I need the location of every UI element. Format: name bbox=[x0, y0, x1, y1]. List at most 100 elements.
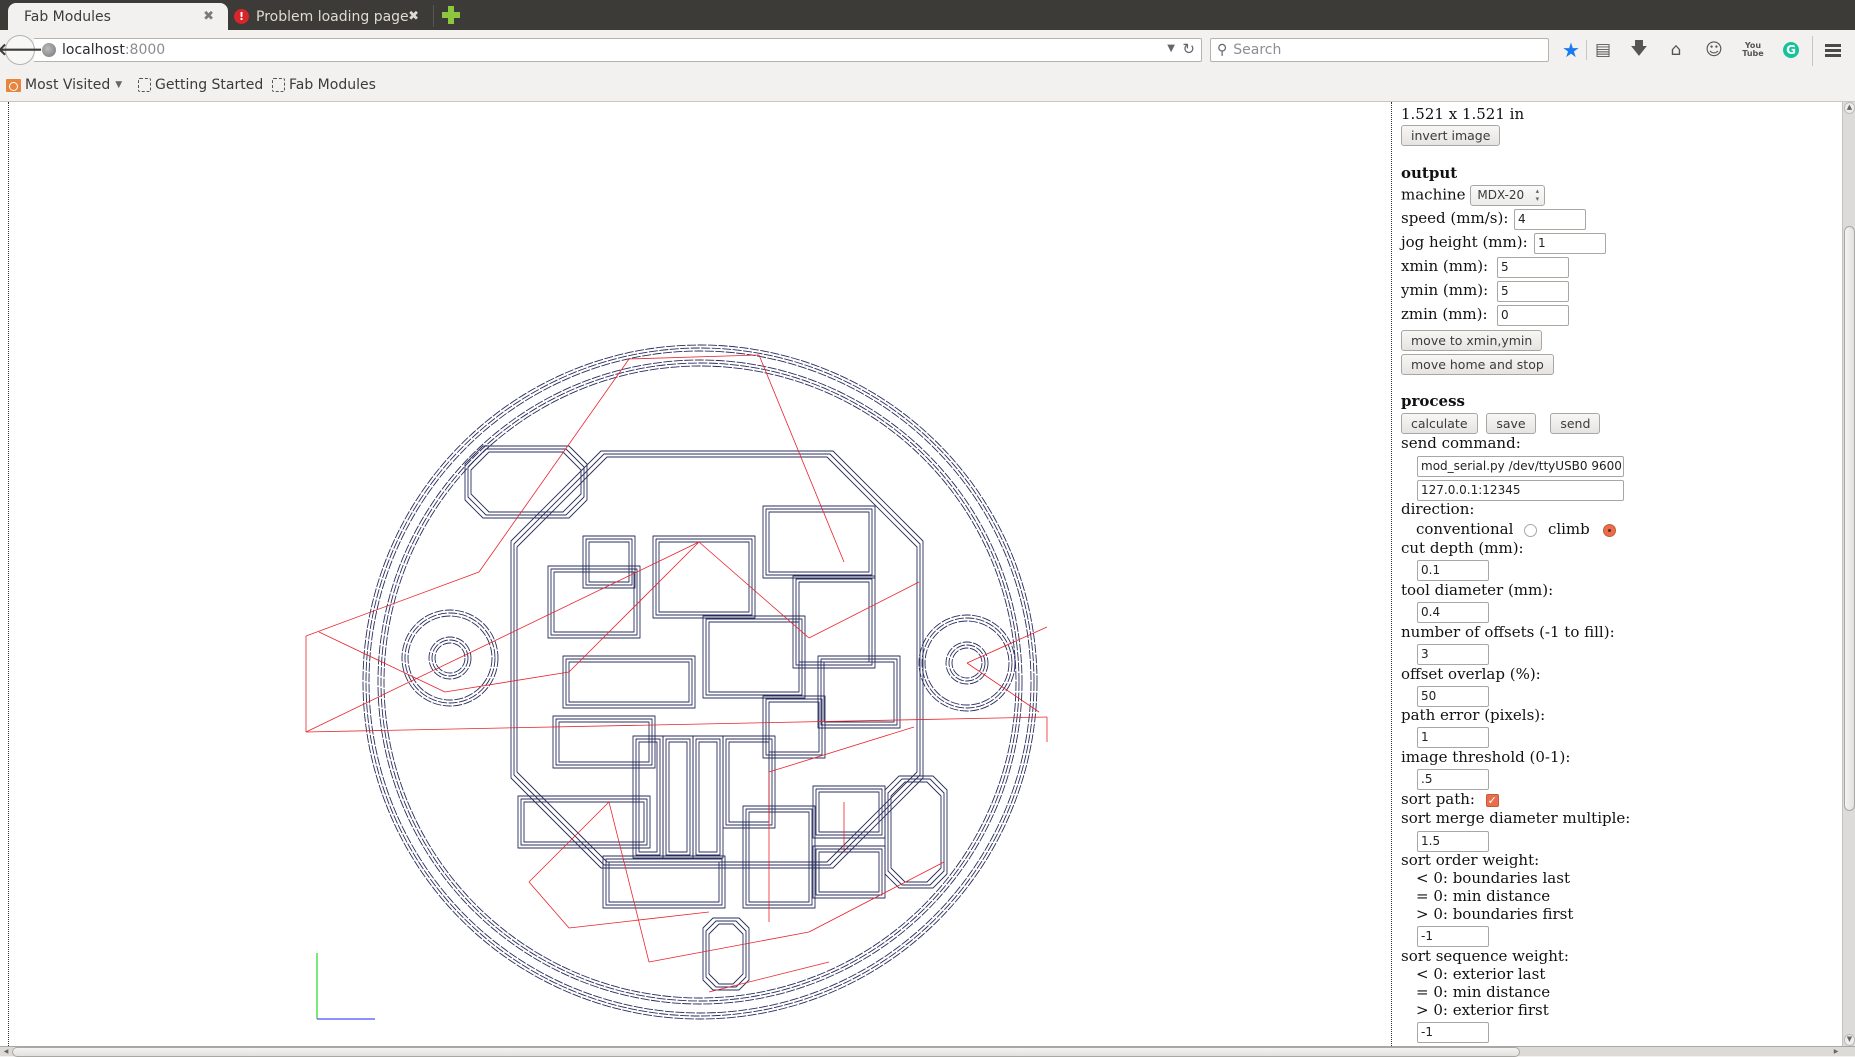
horizontal-scrollbar[interactable]: ◀ ▶ bbox=[0, 1046, 1855, 1057]
bookmark-most-visited[interactable]: Most Visited ▼ bbox=[6, 77, 122, 93]
calculate-button[interactable]: calculate bbox=[1401, 413, 1478, 434]
board-outline-path bbox=[383, 365, 1017, 999]
travel-move bbox=[808, 861, 945, 933]
label-fab-path bbox=[470, 451, 582, 513]
trace-path bbox=[820, 658, 898, 726]
download-icon[interactable]: 🡇 bbox=[1628, 39, 1650, 61]
search-input[interactable]: ⚲ Search bbox=[1210, 38, 1549, 62]
plus-icon[interactable] bbox=[442, 6, 460, 24]
merge-input[interactable]: 1.5 bbox=[1417, 831, 1489, 852]
home-icon[interactable]: ⌂ bbox=[1665, 39, 1687, 61]
trace-path bbox=[823, 661, 895, 723]
url-bar[interactable]: localhost:8000 ▼ ↻ bbox=[34, 38, 1202, 62]
chevron-down-icon[interactable]: ▼ bbox=[1167, 43, 1175, 54]
trace-path bbox=[818, 851, 880, 893]
grammarly-icon[interactable]: G bbox=[1780, 39, 1802, 61]
zmin-input[interactable]: 0 bbox=[1497, 305, 1569, 326]
move-home-stop-button[interactable]: move home and stop bbox=[1401, 354, 1554, 375]
overlap-label: offset overlap (%): bbox=[1401, 665, 1541, 683]
vertical-scrollbar[interactable]: ▲ ▼ bbox=[1842, 102, 1855, 1046]
sequence-weight-input[interactable]: -1 bbox=[1417, 1022, 1489, 1043]
trace-path bbox=[665, 738, 691, 856]
travel-move bbox=[808, 581, 920, 639]
order-weight-help: = 0: min distance bbox=[1416, 887, 1551, 905]
travel-move bbox=[628, 354, 760, 360]
server-input[interactable]: 127.0.0.1:12345 bbox=[1417, 480, 1624, 501]
navigation-bar: localhost:8000 ▼ ↻ 🡐 ⚲ Search ★ ▤ 🡇 ⌂ ☺ … bbox=[0, 30, 1855, 66]
trace-path bbox=[745, 808, 813, 906]
url-port: :8000 bbox=[124, 42, 166, 58]
machine-label: machine bbox=[1401, 185, 1466, 204]
trace-path bbox=[558, 721, 650, 763]
menu-icon[interactable] bbox=[1822, 39, 1844, 61]
travel-move bbox=[318, 631, 446, 693]
move-to-xmin-ymin-button[interactable]: move to xmin,ymin bbox=[1401, 330, 1543, 351]
trace-path bbox=[748, 811, 810, 903]
bookmark-label: Fab Modules bbox=[289, 77, 376, 93]
path-error-input[interactable]: 1 bbox=[1417, 727, 1489, 748]
jog-height-input[interactable]: 1 bbox=[1534, 233, 1606, 254]
cut-depth-input[interactable]: 0.1 bbox=[1417, 560, 1489, 581]
vertical-scroll-thumb[interactable] bbox=[1844, 226, 1855, 811]
bookmark-star-icon[interactable]: ★ bbox=[1560, 38, 1582, 62]
toolpath-drawing bbox=[305, 344, 1048, 1020]
trace-path bbox=[605, 858, 723, 906]
trace-path bbox=[655, 538, 753, 616]
tab-problem-loading[interactable]: ! Problem loading page ✖ bbox=[228, 3, 433, 30]
sort-path-checkbox[interactable]: ✓ bbox=[1485, 793, 1499, 807]
xmin-input[interactable]: 5 bbox=[1497, 257, 1569, 278]
back-button[interactable]: 🡐 bbox=[0, 35, 43, 65]
path-error-label: path error (pixels): bbox=[1401, 706, 1546, 724]
climb-radio[interactable] bbox=[1602, 523, 1616, 537]
tab-fab-modules[interactable]: Fab Modules ✖ bbox=[8, 3, 228, 30]
trace-path bbox=[698, 741, 718, 853]
tab-bar: Fab Modules ✖ ! Problem loading page ✖ bbox=[0, 0, 1855, 30]
trace-path bbox=[818, 791, 880, 833]
toolpath-canvas[interactable] bbox=[8, 102, 1399, 1046]
close-icon[interactable]: ✖ bbox=[408, 9, 419, 24]
label-n-path bbox=[708, 923, 744, 985]
order-weight-input[interactable]: -1 bbox=[1417, 926, 1489, 947]
search-icon: ⚲ bbox=[1217, 42, 1228, 58]
close-icon[interactable]: ✖ bbox=[203, 9, 214, 24]
save-button[interactable]: save bbox=[1486, 413, 1536, 434]
jog-height-label: jog height (mm): bbox=[1401, 233, 1528, 251]
grammarly-badge: G bbox=[1783, 42, 1799, 58]
travel-move bbox=[568, 541, 700, 673]
cut-depth-label: cut depth (mm): bbox=[1401, 539, 1524, 557]
threshold-input[interactable]: .5 bbox=[1417, 769, 1489, 790]
scroll-up-icon[interactable]: ▲ bbox=[1844, 102, 1855, 114]
conventional-radio[interactable] bbox=[1524, 523, 1538, 537]
youtube-icon[interactable]: You Tube bbox=[1742, 39, 1764, 61]
travel-move bbox=[444, 671, 570, 693]
process-heading: process bbox=[1401, 392, 1465, 410]
travel-move bbox=[608, 801, 650, 963]
trace-path bbox=[817, 655, 901, 729]
bookmark-fab-modules[interactable]: Fab Modules bbox=[272, 77, 376, 93]
scroll-down-icon[interactable]: ▼ bbox=[1844, 1034, 1855, 1046]
trace-path bbox=[635, 738, 661, 856]
chat-icon[interactable]: ☺ bbox=[1703, 39, 1725, 61]
reload-icon[interactable]: ↻ bbox=[1182, 40, 1195, 58]
ymin-input[interactable]: 5 bbox=[1497, 281, 1569, 302]
travel-move bbox=[305, 716, 1048, 733]
trace-path bbox=[768, 701, 820, 753]
trace-path bbox=[523, 801, 645, 843]
send-button[interactable]: send bbox=[1550, 413, 1601, 434]
machine-select[interactable]: MDX-20 bbox=[1470, 185, 1546, 206]
overlap-input[interactable]: 50 bbox=[1417, 686, 1489, 707]
offsets-input[interactable]: 3 bbox=[1417, 644, 1489, 665]
tool-diameter-input[interactable]: 0.4 bbox=[1417, 602, 1489, 623]
reading-list-icon[interactable]: ▤ bbox=[1592, 39, 1614, 61]
bookmark-getting-started[interactable]: Getting Started bbox=[138, 77, 263, 93]
bookmarks-toolbar: Most Visited ▼ Getting Started Fab Modul… bbox=[0, 66, 1855, 102]
speed-input[interactable]: 4 bbox=[1514, 209, 1586, 230]
conventional-label: conventional bbox=[1416, 520, 1514, 538]
trace-path bbox=[765, 508, 873, 576]
zmin-label: zmin (mm): bbox=[1401, 305, 1488, 323]
trace-path bbox=[815, 848, 883, 896]
send-command-input[interactable]: mod_serial.py /dev/ttyUSB0 9600 dsrdtr bbox=[1417, 456, 1624, 477]
trace-path bbox=[588, 541, 630, 583]
travel-move bbox=[478, 358, 630, 573]
invert-image-button[interactable]: invert image bbox=[1401, 125, 1501, 146]
